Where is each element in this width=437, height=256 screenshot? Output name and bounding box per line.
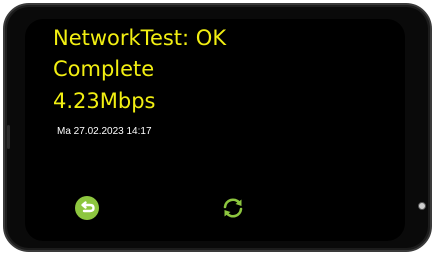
test-result-text: Complete <box>53 57 155 81</box>
refresh-icon <box>223 198 243 218</box>
back-button[interactable] <box>74 195 100 221</box>
side-button <box>7 125 10 149</box>
back-arrow-icon <box>75 196 99 220</box>
home-button[interactable] <box>418 202 426 210</box>
refresh-button[interactable] <box>220 195 246 221</box>
network-speed-text: 4.23Mbps <box>53 89 156 113</box>
device-frame: NetworkTest: OK Complete 4.23Mbps Ma 27.… <box>3 3 432 252</box>
network-status-text: NetworkTest: OK <box>53 26 227 50</box>
timestamp: Ma 27.02.2023 14:17 <box>57 126 152 137</box>
